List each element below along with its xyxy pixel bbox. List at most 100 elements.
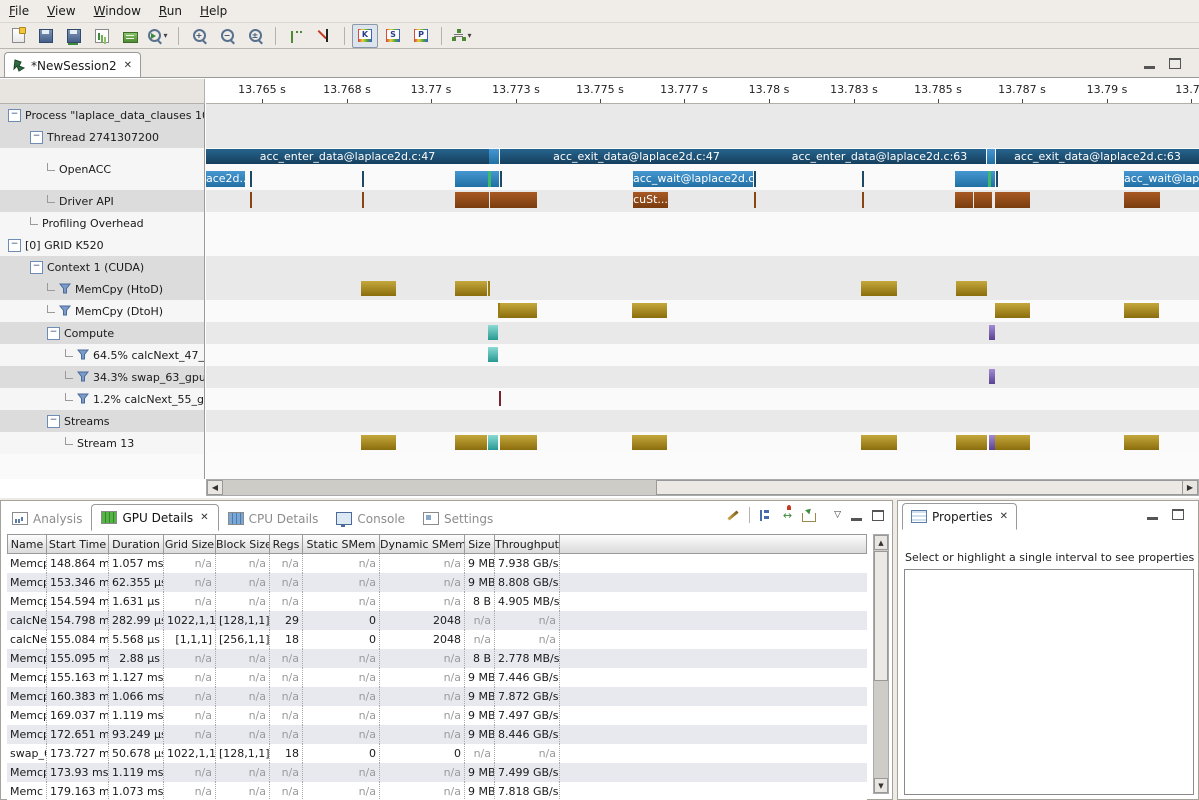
new-session-button[interactable]: [5, 24, 31, 48]
tree-row-profiling-overhead[interactable]: Profiling Overhead: [0, 212, 205, 234]
timeline-bar[interactable]: [955, 171, 988, 187]
maximize-icon[interactable]: [1169, 58, 1181, 69]
timeline-bar[interactable]: [455, 171, 488, 187]
session-tab[interactable]: *NewSession2 ✕: [4, 52, 141, 78]
process-view-button[interactable]: P: [408, 24, 434, 48]
tab-settings[interactable]: Settings: [414, 506, 502, 531]
timeline-bar[interactable]: ace2d...: [206, 171, 245, 187]
timeline-lane-openacc[interactable]: acc_enter_data@laplace2d.c:47 acc_exit_da…: [206, 148, 1199, 190]
stream-view-button[interactable]: S: [380, 24, 406, 48]
tab-cpu-details[interactable]: CPU Details: [219, 506, 328, 531]
timeline-bar[interactable]: [361, 435, 396, 450]
timeline-bar[interactable]: [1124, 192, 1160, 208]
scroll-down-icon[interactable]: ▼: [874, 778, 888, 793]
column-header-block-size[interactable]: Block Size: [216, 534, 270, 554]
timeline-bar[interactable]: [754, 171, 756, 187]
timeline-lane-stream-13[interactable]: [206, 432, 1199, 454]
table-row[interactable]: Memc179.163 ms1.073 msn/an/an/an/an/a9 M…: [7, 782, 867, 800]
tree-row-stream-13[interactable]: Stream 13: [0, 432, 205, 454]
timeline-lane-driver-api[interactable]: cuSt...: [206, 190, 1199, 212]
table-row[interactable]: Memcp155.095 ms2.88 µsn/an/an/an/an/a8 B…: [7, 649, 867, 668]
timeline-lane-memcpy-dtoh[interactable]: [206, 300, 1199, 322]
tree-row-64-5-calcnext-47[interactable]: 64.5% calcNext_47_...: [0, 344, 205, 366]
generate-timeline-button[interactable]: [89, 24, 115, 48]
save-button[interactable]: [33, 24, 59, 48]
table-row[interactable]: calcNe154.798 ms282.99 µs1022,1,1][128,1…: [7, 611, 867, 630]
timeline-bar[interactable]: [362, 171, 364, 187]
marker-flag-button[interactable]: [311, 24, 337, 48]
close-icon[interactable]: ✕: [124, 60, 132, 71]
timeline-lane-memcpy-htod[interactable]: [206, 278, 1199, 300]
tree-row-34-3-swap-63-gpu[interactable]: 34.3% swap_63_gpu: [0, 366, 205, 388]
timeline-bar[interactable]: [754, 192, 756, 208]
timeline-lane-0-grid-k520[interactable]: [206, 234, 1199, 256]
collapse-icon[interactable]: −: [8, 239, 21, 252]
timeline-bar[interactable]: [974, 192, 992, 208]
timeline-bar[interactable]: [956, 435, 987, 450]
marker-ruler-button[interactable]: [283, 24, 309, 48]
tree-row-context-1-cuda[interactable]: −Context 1 (CUDA): [0, 256, 205, 278]
timeline-bar[interactable]: [956, 281, 987, 296]
dropdown-caret-icon[interactable]: ▾: [163, 31, 167, 40]
menu-window[interactable]: Window: [85, 2, 150, 20]
timeline-bar[interactable]: [995, 435, 1030, 450]
table-row[interactable]: Memcp160.383 ms1.066 msn/an/an/an/an/a9 …: [7, 687, 867, 706]
minimize-icon[interactable]: [1144, 63, 1155, 69]
tab-properties[interactable]: Properties ✕: [902, 503, 1017, 530]
timeline-bar[interactable]: [995, 192, 1030, 208]
scroll-left-icon[interactable]: ◀: [207, 480, 223, 495]
view-menu-icon[interactable]: ▽: [834, 510, 841, 520]
column-header-duration[interactable]: Duration: [109, 534, 164, 554]
timeline-bar[interactable]: [500, 171, 502, 187]
column-header-throughput[interactable]: Throughput: [495, 534, 560, 554]
table-row[interactable]: Memcp154.594 ms1.631 µsn/an/an/an/an/a8 …: [7, 592, 867, 611]
column-header-name[interactable]: Name: [7, 534, 47, 554]
timeline-lane-compute[interactable]: [206, 322, 1199, 344]
minimize-icon[interactable]: [851, 515, 862, 521]
scrollbar-thumb[interactable]: [656, 480, 1185, 495]
timeline-bar[interactable]: [862, 192, 864, 208]
timeline-lane-1-2-calcnext-55-g[interactable]: [206, 388, 1199, 410]
zoom-fit-button[interactable]: ±: [242, 24, 268, 48]
timeline-axis[interactable]: 13.765 s13.768 s13.77 s13.773 s13.775 s1…: [206, 79, 1199, 104]
tree-row-memcpy-htod[interactable]: MemCpy (HtoD): [0, 278, 205, 300]
scrollbar-thumb[interactable]: [874, 551, 888, 681]
timeline-bar[interactable]: acc_wait@lap...: [1124, 171, 1199, 187]
timeline-lane-profiling-overhead[interactable]: [206, 212, 1199, 234]
timeline-bar[interactable]: [489, 149, 499, 164]
timeline-bar[interactable]: [995, 303, 1030, 318]
table-row[interactable]: swap_6173.727 ms50.678 µs1022,1,1][128,1…: [7, 744, 867, 763]
tree-row-openacc[interactable]: OpenACC: [0, 148, 205, 190]
zoom-out-button[interactable]: −: [214, 24, 240, 48]
timeline-bar[interactable]: [861, 435, 897, 450]
timeline-bar[interactable]: [361, 281, 396, 296]
timeline-bar[interactable]: [632, 303, 667, 318]
minimize-icon[interactable]: [1147, 514, 1158, 520]
save-all-button[interactable]: [61, 24, 87, 48]
table-row[interactable]: calcNe155.084 ms5.568 µs[1,1,1][256,1,1]…: [7, 630, 867, 649]
close-icon[interactable]: ✕: [1000, 511, 1008, 522]
timeline-bar[interactable]: [989, 369, 995, 384]
maximize-icon[interactable]: [872, 510, 884, 521]
timeline-lane-thread-2741307200[interactable]: [206, 126, 1199, 148]
column-header-regs[interactable]: Regs: [270, 534, 303, 554]
column-header-start-time[interactable]: Start Time: [47, 534, 109, 554]
kernel-view-button[interactable]: K: [352, 24, 378, 48]
collapse-icon[interactable]: −: [8, 109, 21, 122]
timeline-bar[interactable]: [862, 171, 864, 187]
timeline-lane-context-1-cuda[interactable]: [206, 256, 1199, 278]
tree-row-streams[interactable]: −Streams: [0, 410, 205, 432]
timeline-bar[interactable]: [455, 435, 487, 450]
table-row[interactable]: Memcp153.346 ms62.355 µsn/an/an/an/an/a9…: [7, 573, 867, 592]
scroll-up-icon[interactable]: ▲: [874, 535, 888, 550]
timeline-bar[interactable]: [987, 149, 995, 164]
table-row[interactable]: Memcp172.651 ms93.249 µsn/an/an/an/an/a9…: [7, 725, 867, 744]
close-icon[interactable]: ✕: [200, 512, 208, 523]
menu-run[interactable]: Run: [150, 2, 191, 20]
timeline-bar[interactable]: [490, 192, 537, 208]
timeline-bar[interactable]: acc_enter_data@laplace2d.c:47: [206, 149, 489, 164]
timeline-bar[interactable]: acc_exit_data@laplace2d.c:47: [500, 149, 773, 164]
timeline-horizontal-scrollbar[interactable]: ◀ ▶: [206, 479, 1199, 496]
tree-row-1-2-calcnext-55-g[interactable]: 1.2% calcNext_55_g...: [0, 388, 205, 410]
menu-view[interactable]: View: [38, 2, 84, 20]
